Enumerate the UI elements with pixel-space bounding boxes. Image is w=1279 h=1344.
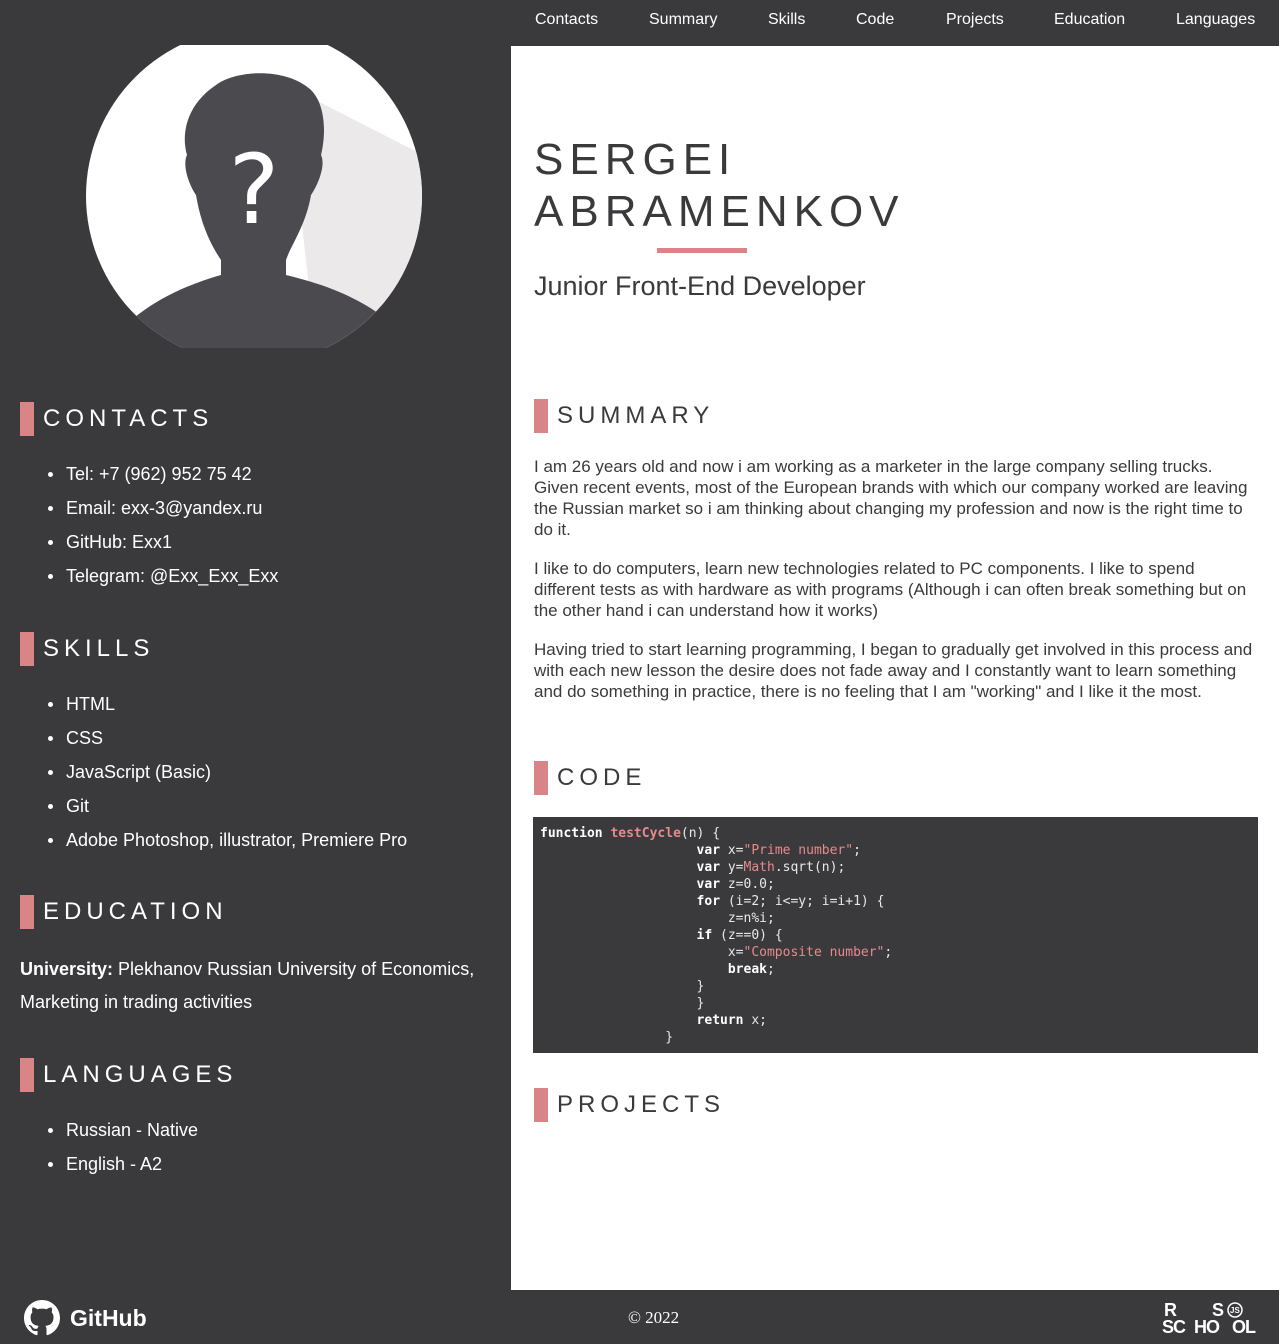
heading-accent-bar xyxy=(20,1058,34,1092)
github-label: GitHub xyxy=(70,1304,147,1331)
nav-link-education[interactable]: Education xyxy=(1054,11,1125,29)
heading-accent-bar xyxy=(20,402,34,436)
contacts-heading: CONTACTS xyxy=(20,402,213,436)
education-heading: EDUCATION xyxy=(20,895,228,929)
github-link[interactable]: GitHub xyxy=(24,1300,147,1336)
name-last: ABRAMENKOV xyxy=(534,187,905,236)
summary-paragraph: Having tried to start learning programmi… xyxy=(534,640,1253,701)
question-mark-icon: ? xyxy=(229,134,280,246)
skill-item: Adobe Photoshop, illustrator, Premiere P… xyxy=(45,823,407,857)
svg-text:OL: OL xyxy=(1232,1317,1256,1337)
nav-link-languages[interactable]: Languages xyxy=(1176,11,1255,29)
summary-heading: SUMMARY xyxy=(534,399,714,433)
top-navigation: Contacts Summary Skills Code Projects Ed… xyxy=(511,0,1279,46)
nav-link-projects[interactable]: Projects xyxy=(946,11,1004,29)
heading-accent-bar xyxy=(20,632,34,666)
avatar: ? xyxy=(86,45,422,348)
contact-github: GitHub: Exx1 xyxy=(45,525,278,559)
code-title: CODE xyxy=(557,764,647,791)
contact-telegram: Telegram: @Exx_Exx_Exx xyxy=(45,559,278,593)
summary-paragraph: I am 26 years old and now i am working a… xyxy=(534,457,1248,539)
code-block: function testCycle(n) { var x="Prime num… xyxy=(533,817,1258,1053)
contact-tel: Tel: +7 (962) 952 75 42 xyxy=(45,457,278,491)
nav-item-projects[interactable]: Projects xyxy=(946,11,1004,29)
nav-item-code[interactable]: Code xyxy=(856,11,894,29)
skills-heading: SKILLS xyxy=(20,632,154,666)
projects-title: PROJECTS xyxy=(557,1091,726,1118)
nav-link-summary[interactable]: Summary xyxy=(649,11,717,29)
nav-link-contacts[interactable]: Contacts xyxy=(535,11,598,29)
skill-item: CSS xyxy=(45,721,407,755)
code-snippet: function testCycle(n) { var x="Prime num… xyxy=(540,826,893,1045)
contact-email: Email: exx-3@yandex.ru xyxy=(45,491,278,525)
language-item: English - A2 xyxy=(45,1147,198,1181)
page-title: SERGEI ABRAMENKOV xyxy=(534,134,905,238)
job-title: Junior Front-End Developer xyxy=(534,271,866,301)
contacts-title: CONTACTS xyxy=(43,405,214,432)
summary-paragraph: I like to do computers, learn new techno… xyxy=(534,559,1247,620)
main-content: SERGEI ABRAMENKOV Junior Front-End Devel… xyxy=(511,46,1279,1290)
nav-item-education[interactable]: Education xyxy=(1054,11,1125,29)
heading-accent-bar xyxy=(534,399,548,433)
name-first: SERGEI xyxy=(534,135,737,184)
copyright: © 2022 xyxy=(628,1308,680,1327)
nav-link-skills[interactable]: Skills xyxy=(768,11,805,29)
nav-item-languages[interactable]: Languages xyxy=(1176,11,1255,29)
svg-text:JS: JS xyxy=(1230,1306,1240,1315)
sidebar: ? CONTACTS Tel: +7 (962) 952 75 42 Email… xyxy=(0,0,511,1290)
heading-accent-bar xyxy=(534,1088,548,1122)
language-item: Russian - Native xyxy=(45,1113,198,1147)
languages-heading: LANGUAGES xyxy=(20,1058,237,1092)
nav-item-contacts[interactable]: Contacts xyxy=(535,11,598,29)
projects-heading: PROJECTS xyxy=(534,1088,725,1122)
nav-item-skills[interactable]: Skills xyxy=(768,11,805,29)
skill-item: JavaScript (Basic) xyxy=(45,755,407,789)
education-text: University: Plekhanov Russian University… xyxy=(20,953,500,1019)
education-label: University: xyxy=(20,959,114,979)
skills-title: SKILLS xyxy=(43,635,155,662)
languages-title: LANGUAGES xyxy=(43,1061,238,1088)
svg-text:SC: SC xyxy=(1162,1317,1186,1337)
skill-item: HTML xyxy=(45,687,407,721)
heading-accent-bar xyxy=(534,761,548,795)
summary-title: SUMMARY xyxy=(557,402,715,429)
skill-item: Git xyxy=(45,789,407,823)
heading-accent-bar xyxy=(20,895,34,929)
title-accent-bar xyxy=(657,248,747,253)
nav-item-summary[interactable]: Summary xyxy=(649,11,717,29)
code-heading: CODE xyxy=(534,761,646,795)
github-icon xyxy=(24,1300,60,1336)
contacts-list: Tel: +7 (962) 952 75 42 Email: exx-3@yan… xyxy=(45,457,278,593)
nav-link-code[interactable]: Code xyxy=(856,11,894,29)
education-title: EDUCATION xyxy=(43,898,228,925)
languages-list: Russian - Native English - A2 xyxy=(45,1113,198,1181)
svg-text:HO: HO xyxy=(1194,1317,1220,1337)
footer: GitHub © 2022 R S JS SC HO OL xyxy=(0,1290,1279,1344)
rs-school-logo-icon: R S JS SC HO OL xyxy=(1162,1300,1257,1337)
skills-list: HTML CSS JavaScript (Basic) Git Adobe Ph… xyxy=(45,687,407,857)
